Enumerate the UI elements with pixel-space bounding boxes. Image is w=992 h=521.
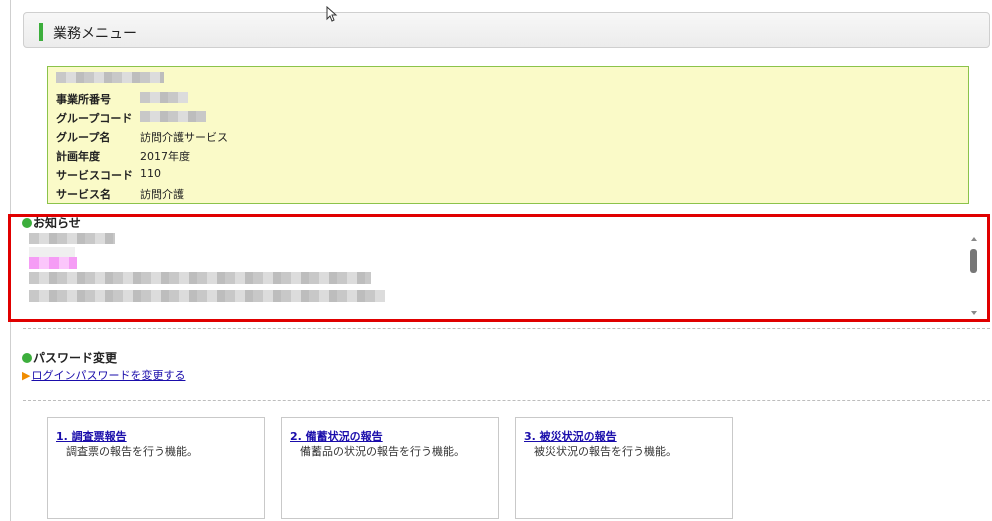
info-value: 110 [140, 167, 161, 180]
menu-card-stockpile: 2. 備蓄状況の報告 備蓄品の状況の報告を行う機能。 [281, 417, 499, 519]
menu-card-description: 被災状況の報告を行う機能。 [534, 445, 677, 458]
divider [23, 400, 990, 401]
info-label: 計画年度 [56, 150, 100, 163]
notice-title-text: お知らせ [33, 216, 81, 230]
menu-header-title: 業務メニュー [53, 26, 137, 42]
change-password-link[interactable]: ▶ログインパスワードを変更する [22, 367, 185, 383]
info-label: 事業所番号 [56, 93, 111, 106]
notice-box-highlight [8, 214, 990, 322]
info-value: 2017年度 [140, 150, 190, 163]
notice-scrollbar[interactable] [969, 237, 979, 315]
menu-card-title-link[interactable]: 2. 備蓄状況の報告 [290, 428, 383, 444]
menu-header: 業務メニュー [23, 12, 990, 48]
redacted-notice-line [29, 247, 75, 257]
menu-header-accent-bar [39, 23, 43, 41]
menu-card-description: 調査票の報告を行う機能。 [66, 445, 198, 458]
divider [23, 328, 990, 329]
office-info-box: 事業所番号 グループコード グループ名 訪問介護サービス 計画年度 2017年度… [47, 66, 969, 204]
redacted-value [140, 111, 206, 122]
menu-card-title-link[interactable]: 1. 調査票報告 [56, 428, 127, 444]
change-password-link-text[interactable]: ログインパスワードを変更する [31, 369, 185, 382]
redacted-value [140, 92, 188, 103]
scroll-thumb[interactable] [970, 249, 977, 273]
mouse-pointer-icon [326, 6, 338, 22]
scroll-up-icon[interactable] [971, 237, 977, 241]
menu-card-disaster: 3. 被災状況の報告 被災状況の報告を行う機能。 [515, 417, 733, 519]
password-title-text: パスワード変更 [33, 351, 118, 365]
info-label: グループ名 [56, 131, 111, 144]
menu-card-description: 備蓄品の状況の報告を行う機能。 [300, 445, 465, 458]
redacted-notice-line [29, 290, 385, 302]
info-label: サービスコード [56, 169, 133, 182]
redacted-notice-line [29, 272, 371, 284]
green-dot-icon [22, 218, 32, 228]
notice-title: お知らせ [22, 214, 81, 231]
menu-card-title-link[interactable]: 3. 被災状況の報告 [524, 428, 617, 444]
redacted-notice-line [29, 233, 115, 244]
scroll-down-icon[interactable] [971, 311, 977, 315]
info-value: 訪問介護 [140, 188, 184, 201]
menu-card-survey: 1. 調査票報告 調査票の報告を行う機能。 [47, 417, 265, 519]
info-label: グループコード [56, 112, 133, 125]
redacted-office-name [56, 72, 164, 83]
password-section-title: パスワード変更 [22, 349, 117, 366]
redacted-notice-line [29, 257, 77, 269]
green-dot-icon [22, 353, 32, 363]
triangle-right-icon: ▶ [22, 369, 31, 382]
info-label: サービス名 [56, 188, 111, 201]
info-value: 訪問介護サービス [140, 131, 228, 144]
